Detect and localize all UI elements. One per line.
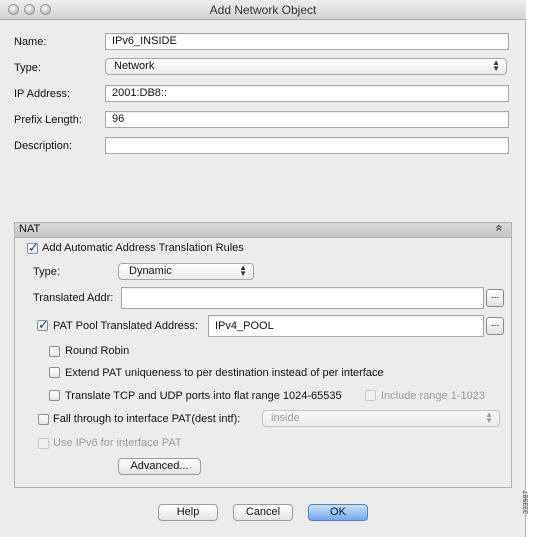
prefix-length-label: Prefix Length: <box>14 114 82 126</box>
round-robin-checkbox[interactable] <box>49 346 60 357</box>
name-input[interactable]: IPv6_INSIDE <box>105 33 509 50</box>
include-range-checkbox[interactable] <box>365 390 376 401</box>
cancel-button[interactable]: Cancel <box>233 504 293 521</box>
advanced-button[interactable]: Advanced... <box>118 458 201 475</box>
auto-rules-label: Add Automatic Address Translation Rules <box>42 242 244 254</box>
include-range-label: Include range 1-1023 <box>381 390 485 402</box>
fall-through-interface-select[interactable]: inside ▲ ▼ <box>262 410 500 427</box>
nat-type-select[interactable]: Dynamic ▲ ▼ <box>118 263 254 280</box>
fall-through-interface-value: inside <box>271 412 300 424</box>
fall-through-label: Fall through to interface PAT(dest intf)… <box>53 413 241 425</box>
auto-rules-checkbox[interactable]: ✓ <box>27 240 39 255</box>
fall-through-checkbox[interactable] <box>38 414 49 425</box>
updown-arrows-icon: ▲ ▼ <box>239 263 247 278</box>
type-label: Type: <box>14 62 41 74</box>
translate-tcp-udp-label: Translate TCP and UDP ports into flat ra… <box>65 390 342 402</box>
description-label: Description: <box>14 140 73 152</box>
type-select-value: Network <box>114 60 155 72</box>
description-input[interactable] <box>105 137 509 154</box>
extend-pat-label: Extend PAT uniqueness to per destination… <box>65 367 384 379</box>
collapse-chevron-icon[interactable]: « <box>492 225 506 232</box>
translate-tcp-udp-checkbox[interactable] <box>49 390 60 401</box>
help-button[interactable]: Help <box>158 504 218 521</box>
nat-panel-header[interactable]: NAT « <box>15 223 511 238</box>
checkmark-icon: ✓ <box>28 240 39 255</box>
translated-addr-label: Translated Addr: <box>33 292 114 304</box>
nat-header-label: NAT <box>19 223 41 235</box>
checkmark-icon: ✓ <box>38 317 49 332</box>
use-ipv6-label: Use IPv6 for interface PAT <box>53 437 182 449</box>
nat-type-select-value: Dynamic <box>129 265 172 277</box>
ok-button[interactable]: OK <box>308 504 368 521</box>
ip-address-input[interactable]: 2001:DB8:: <box>105 85 509 102</box>
pat-pool-input[interactable]: IPv4_POOL <box>208 315 484 337</box>
pat-pool-label: PAT Pool Translated Address: <box>53 320 198 332</box>
name-label: Name: <box>14 36 47 48</box>
extend-pat-checkbox[interactable] <box>49 367 60 378</box>
pat-pool-checkbox[interactable]: ✓ <box>37 317 49 332</box>
title-bar: Add Network Object <box>0 0 526 20</box>
prefix-length-input[interactable]: 96 <box>105 111 509 128</box>
figure-id: 333987 <box>523 490 530 514</box>
dialog-window: Add Network Object Name: IPv6_INSIDE Typ… <box>0 0 526 537</box>
round-robin-label: Round Robin <box>65 345 130 357</box>
type-select[interactable]: Network ▲ ▼ <box>105 58 507 75</box>
updown-arrows-icon: ▲ ▼ <box>492 58 500 73</box>
translated-addr-input[interactable] <box>121 287 484 309</box>
ip-address-label: IP Address: <box>14 88 71 100</box>
nat-type-label: Type: <box>33 266 60 278</box>
use-ipv6-checkbox[interactable] <box>38 438 49 449</box>
pat-pool-browse-button[interactable]: ... <box>486 317 504 335</box>
window-title: Add Network Object <box>209 3 317 17</box>
updown-arrows-icon: ▲ ▼ <box>485 410 493 425</box>
translated-addr-browse-button[interactable]: ... <box>486 289 504 307</box>
